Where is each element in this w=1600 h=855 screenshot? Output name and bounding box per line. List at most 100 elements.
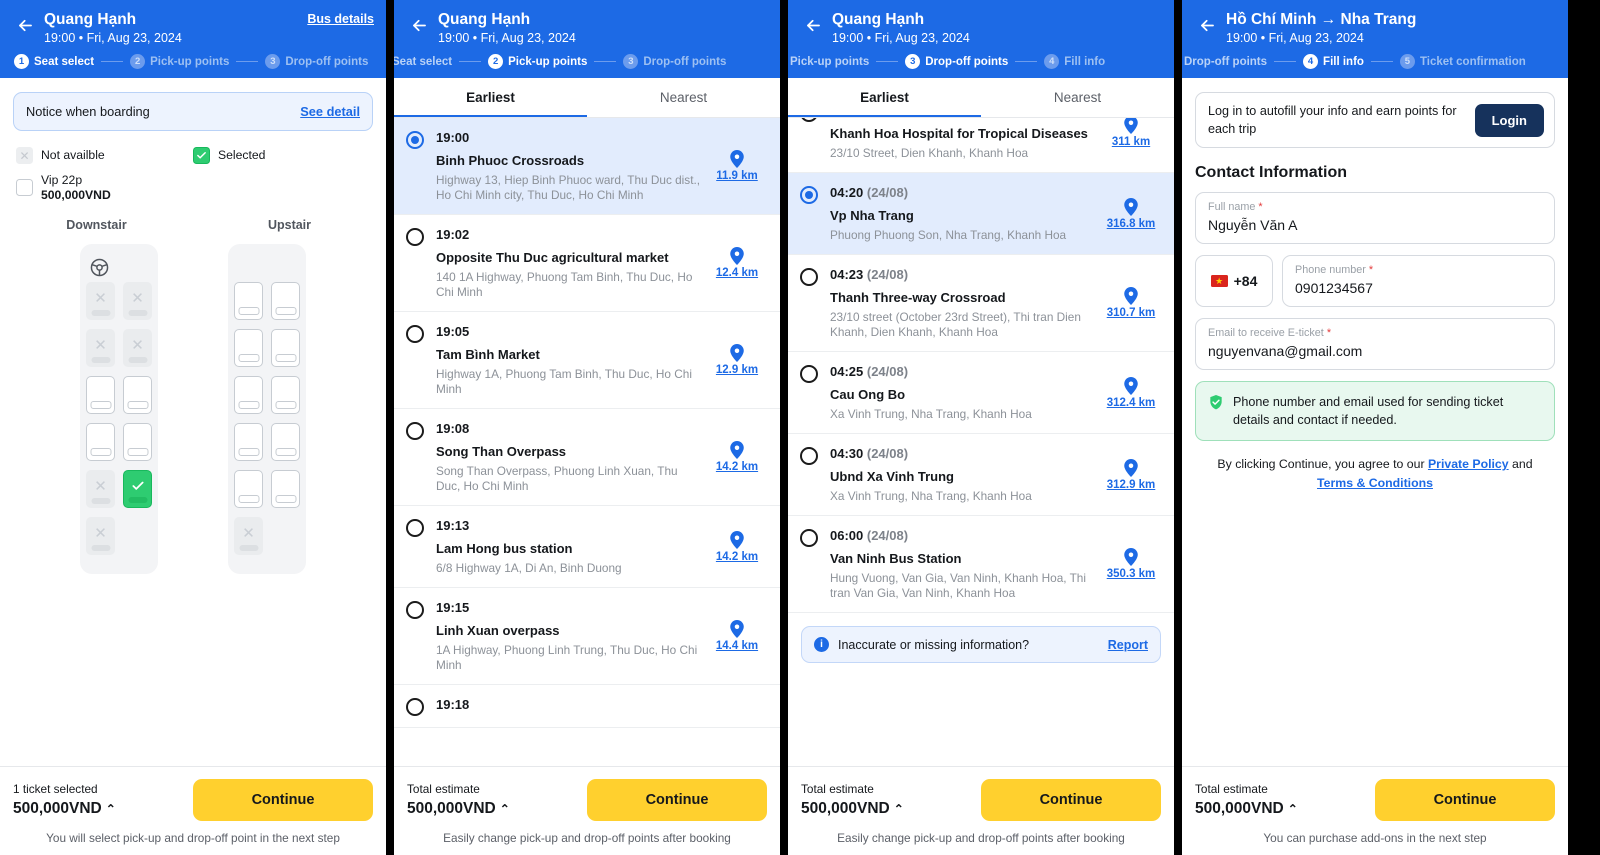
expand-caret-icon[interactable]: ⌃ <box>1288 802 1298 816</box>
stop-radio[interactable] <box>800 186 818 204</box>
stop-radio[interactable] <box>800 365 818 383</box>
back-button[interactable] <box>12 12 38 38</box>
step-dropoff-points[interactable]: 3 Drop-off points <box>623 54 726 69</box>
stop-radio[interactable] <box>800 268 818 286</box>
stop-radio[interactable] <box>406 422 424 440</box>
stop-list-item[interactable]: 19:08 Song Than Overpass Song Than Overp… <box>394 409 780 506</box>
phone-number-field[interactable]: Phone number * <box>1282 255 1555 307</box>
stop-distance-value[interactable]: 12.9 km <box>716 364 758 376</box>
stop-list-item[interactable]: 19:02 Opposite Thu Duc agricultural mark… <box>394 215 780 312</box>
stop-radio[interactable] <box>406 131 424 149</box>
seat[interactable] <box>123 423 152 461</box>
stop-distance-value[interactable]: 312.9 km <box>1107 479 1156 491</box>
country-code-selector[interactable]: ★ +84 <box>1195 255 1273 307</box>
dropoff-stop-list[interactable]: 04:18 (24/08) Khanh Hoa Hospital for Tro… <box>788 118 1174 766</box>
stop-radio[interactable] <box>406 325 424 343</box>
continue-button[interactable]: Continue <box>981 779 1161 821</box>
email-input[interactable] <box>1208 341 1542 361</box>
seat[interactable] <box>86 376 115 414</box>
stop-radio[interactable] <box>406 698 424 716</box>
boarding-notice-card[interactable]: Notice when boarding See detail <box>13 92 373 131</box>
footer-price[interactable]: 500,000VND ⌃ <box>13 798 116 820</box>
stop-distance-value[interactable]: 12.4 km <box>716 267 758 279</box>
report-link[interactable]: Report <box>1108 638 1148 652</box>
continue-button[interactable]: Continue <box>1375 779 1555 821</box>
stop-distance[interactable]: 311 km <box>1101 118 1161 161</box>
expand-caret-icon[interactable]: ⌃ <box>894 802 904 816</box>
stop-distance-value[interactable]: 312.4 km <box>1107 397 1156 409</box>
seat[interactable] <box>271 282 300 320</box>
stop-list-item[interactable]: 04:20 (24/08) Vp Nha Trang Phuong Phuong… <box>788 173 1174 255</box>
step-seat-select[interactable]: 1 Seat select <box>14 54 94 69</box>
continue-button[interactable]: Continue <box>193 779 373 821</box>
step-pickup-points[interactable]: 2 Pick-up points <box>488 54 587 69</box>
stop-distance-value[interactable]: 14.2 km <box>716 461 758 473</box>
seat[interactable] <box>234 376 263 414</box>
stop-distance[interactable]: 12.4 km <box>707 226 767 300</box>
stop-distance-value[interactable]: 14.4 km <box>716 640 758 652</box>
stop-distance[interactable]: 310.7 km <box>1101 266 1161 340</box>
seat[interactable] <box>86 423 115 461</box>
see-detail-link[interactable]: See detail <box>300 104 360 119</box>
tab-earliest[interactable]: Earliest <box>394 78 587 117</box>
expand-caret-icon[interactable]: ⌃ <box>500 802 510 816</box>
stop-radio[interactable] <box>800 447 818 465</box>
terms-conditions-link[interactable]: Terms & Conditions <box>1317 476 1433 490</box>
stop-radio[interactable] <box>406 601 424 619</box>
login-button[interactable]: Login <box>1474 103 1544 137</box>
stop-list-item[interactable]: 19:00 Binh Phuoc Crossroads Highway 13, … <box>394 118 780 215</box>
footer-price[interactable]: 500,000VND ⌃ <box>1195 798 1298 820</box>
stop-distance[interactable]: 350.3 km <box>1101 527 1161 601</box>
stop-distance-value[interactable]: 316.8 km <box>1107 218 1156 230</box>
step-ticket-confirmation[interactable]: 5 Ticket confirmation <box>1399 54 1526 69</box>
email-field[interactable]: Email to receive E-ticket * <box>1195 318 1555 370</box>
stop-list-item-partial[interactable]: 19:18 <box>394 685 780 728</box>
stop-radio[interactable] <box>800 118 818 122</box>
seat[interactable] <box>234 470 263 508</box>
stop-list-item[interactable]: 19:13 Lam Hong bus station 6/8 Highway 1… <box>394 506 780 588</box>
bus-details-link[interactable]: Bus details <box>307 12 374 26</box>
expand-caret-icon[interactable]: ⌃ <box>106 802 116 816</box>
private-policy-link[interactable]: Private Policy <box>1428 457 1509 471</box>
step-fill-info[interactable]: 4 Fill info <box>1303 54 1364 69</box>
stop-list-item[interactable]: 19:15 Linh Xuan overpass 1A Highway, Phu… <box>394 588 780 685</box>
step-dropoff-points[interactable]: 3 Drop-off points <box>905 54 1008 69</box>
full-name-field[interactable]: Full name * <box>1195 192 1555 244</box>
stop-list-item[interactable]: 06:00 (24/08) Van Ninh Bus Station Hung … <box>788 516 1174 613</box>
step-dropoff-points[interactable]: ✓ Drop-off points <box>1182 54 1267 69</box>
stop-list-item[interactable]: 19:05 Tam Bình Market Highway 1A, Phuong… <box>394 312 780 409</box>
seat[interactable] <box>271 423 300 461</box>
full-name-input[interactable] <box>1208 215 1542 235</box>
step-seat-select[interactable]: ✓ Seat select <box>394 54 452 69</box>
back-button[interactable] <box>1194 12 1220 38</box>
seat[interactable] <box>271 470 300 508</box>
continue-button[interactable]: Continue <box>587 779 767 821</box>
stop-distance[interactable]: 12.9 km <box>707 323 767 397</box>
step-pickup-points[interactable]: ✓ Pick-up points <box>788 54 869 69</box>
tab-nearest[interactable]: Nearest <box>981 78 1174 117</box>
seat[interactable] <box>234 282 263 320</box>
stop-list-item[interactable]: 04:30 (24/08) Ubnd Xa Vinh Trung Xa Vinh… <box>788 434 1174 516</box>
seat[interactable] <box>271 329 300 367</box>
stop-list-item[interactable]: 04:25 (24/08) Cau Ong Bo Xa Vinh Trung, … <box>788 352 1174 434</box>
stop-distance[interactable]: 14.2 km <box>707 517 767 576</box>
step-fill-info[interactable]: 4 Fill info <box>1044 54 1105 69</box>
stop-distance[interactable]: 14.4 km <box>707 599 767 673</box>
stop-distance-value[interactable]: 311 km <box>1112 136 1150 148</box>
stop-radio[interactable] <box>406 228 424 246</box>
seat-selected[interactable] <box>123 470 152 508</box>
report-info-card[interactable]: i Inaccurate or missing information? Rep… <box>801 626 1161 663</box>
stop-distance-value[interactable]: 14.2 km <box>716 551 758 563</box>
stop-distance[interactable]: 316.8 km <box>1101 184 1161 243</box>
seat[interactable] <box>234 329 263 367</box>
stop-distance[interactable]: 312.9 km <box>1101 445 1161 504</box>
footer-price[interactable]: 500,000VND ⌃ <box>407 798 510 820</box>
seat[interactable] <box>234 423 263 461</box>
back-button[interactable] <box>406 12 432 38</box>
stop-distance-value[interactable]: 310.7 km <box>1107 307 1156 319</box>
stop-list-item[interactable]: 04:23 (24/08) Thanh Three-way Crossroad … <box>788 255 1174 352</box>
stop-radio[interactable] <box>800 529 818 547</box>
stop-radio[interactable] <box>406 519 424 537</box>
stop-distance-value[interactable]: 350.3 km <box>1107 568 1156 580</box>
back-button[interactable] <box>800 12 826 38</box>
